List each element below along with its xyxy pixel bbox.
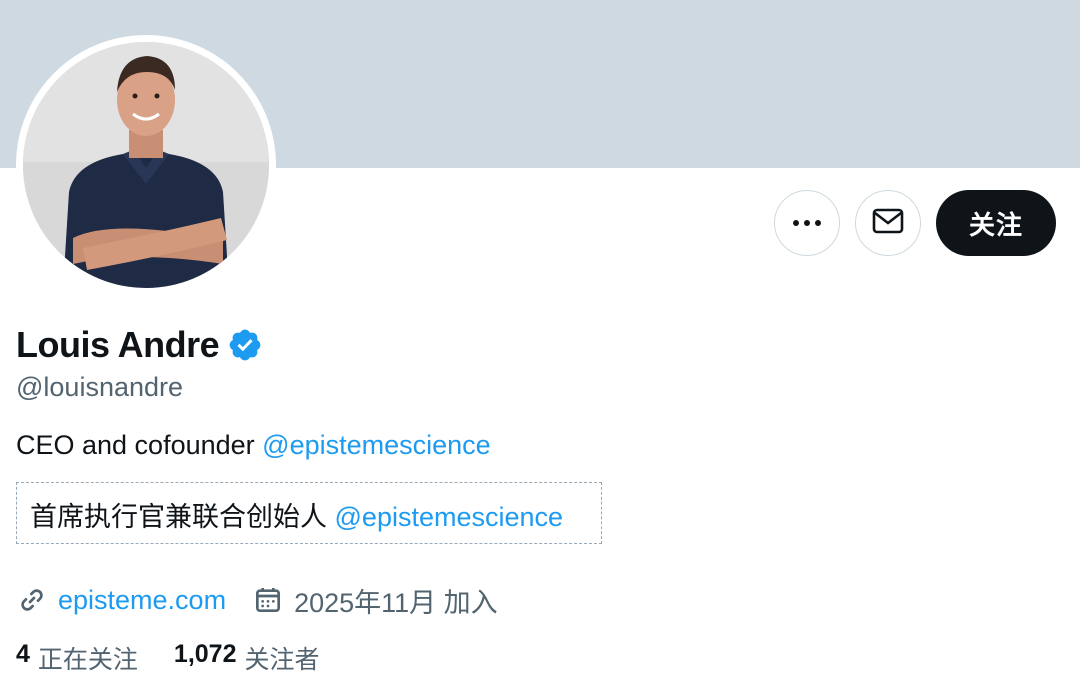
bio-translation: 首席执行官兼联合创始人 @epistemescience — [16, 482, 602, 544]
followers-stat[interactable]: 1,072 关注者 — [174, 640, 320, 676]
website-link[interactable]: episteme.com — [58, 585, 226, 616]
avatar-image — [23, 42, 269, 288]
following-count: 4 — [16, 640, 30, 668]
joined-item: 2025年11月 加入 — [252, 581, 498, 620]
mail-icon — [872, 208, 904, 239]
avatar[interactable] — [16, 35, 276, 295]
calendar-icon — [252, 584, 284, 616]
user-handle: @louisnandre — [16, 372, 184, 402]
joined-date: 2025年11月 加入 — [294, 587, 498, 618]
message-button[interactable] — [855, 190, 921, 256]
profile-meta: episteme.com 2025年11月 加入 — [16, 580, 498, 620]
followers-label: 关注者 — [244, 646, 320, 674]
following-stat[interactable]: 4 正在关注 — [16, 640, 138, 676]
following-label: 正在关注 — [37, 646, 138, 674]
website-item[interactable]: episteme.com — [16, 584, 226, 616]
follow-button[interactable]: 关注 — [936, 190, 1056, 256]
translation-text: 首席执行官兼联合创始人 — [30, 502, 335, 532]
display-name: Louis Andre — [16, 324, 220, 365]
more-icon — [792, 214, 822, 232]
link-icon — [16, 584, 48, 616]
follow-stats: 4 正在关注 1,072 关注者 — [16, 640, 320, 676]
followers-count: 1,072 — [173, 640, 237, 668]
more-button[interactable] — [774, 190, 840, 256]
bio-mention-link[interactable]: @epistemescience — [262, 430, 491, 460]
verified-badge-icon[interactable] — [227, 327, 263, 363]
avatar-photo — [23, 42, 269, 288]
bio: CEO and cofounder @epistemescience — [16, 430, 491, 461]
name-row: Louis Andre — [16, 322, 263, 368]
bio-text: CEO and cofounder — [16, 430, 263, 460]
translation-mention-link[interactable]: @epistemescience — [335, 502, 564, 532]
